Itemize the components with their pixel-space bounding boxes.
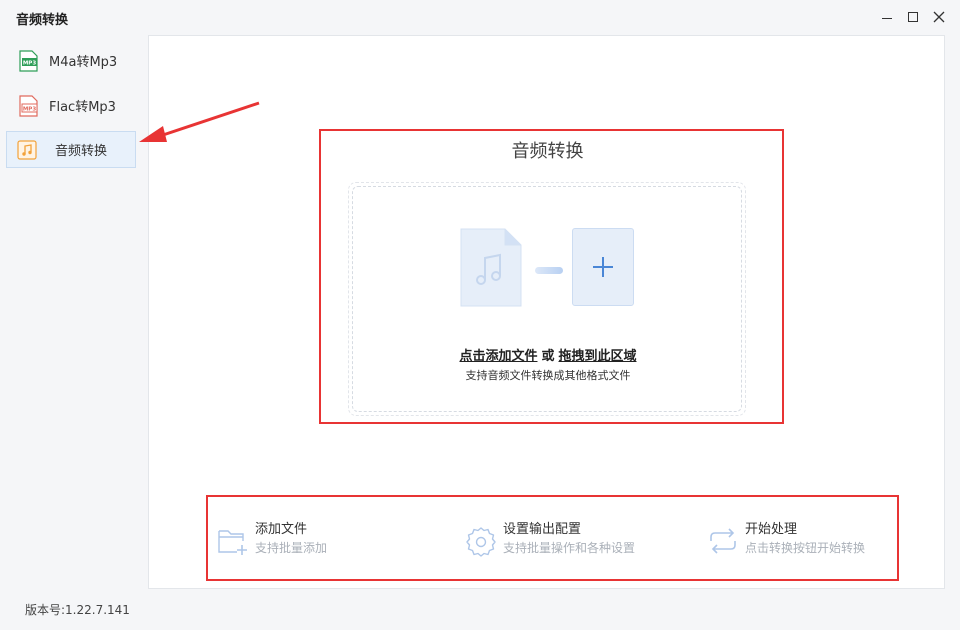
connector-line [535,267,563,274]
folder-add-icon [218,530,247,555]
mp3-file-icon: MP3 [19,49,38,72]
main-panel: 音频转换 点击添加文件或拖拽到此区域 支持音频文件转换成其他格式文件 添加文件 … [148,35,945,589]
app-window: 音频转换 MP3 M4a转Mp3 MP3 Flac转Mp3 音频转换 版本号:1… [0,0,960,630]
step-add-files[interactable]: 添加文件 支持批量添加 [217,521,327,563]
dropzone-hint: 支持音频文件转换成其他格式文件 [465,369,631,382]
minimize-icon[interactable] [876,7,898,27]
window-title: 音频转换 [16,13,69,28]
or-text: 或 [541,349,555,364]
step-title: 开始处理 [745,522,798,537]
step-title: 添加文件 [255,522,308,537]
add-file-button[interactable] [572,228,634,306]
maximize-icon[interactable] [902,7,924,27]
step-output-settings[interactable]: 设置输出配置 支持批量操作和各种设置 [465,521,635,563]
file-dropzone[interactable]: 点击添加文件或拖拽到此区域 支持音频文件转换成其他格式文件 [352,186,742,412]
svg-text:MP3: MP3 [23,106,37,112]
sidebar-item-m4a-to-mp3[interactable]: MP3 M4a转Mp3 [6,42,136,79]
repeat-icon [710,528,736,554]
title-bar: 音频转换 [0,0,960,34]
sidebar-item-flac-to-mp3[interactable]: MP3 Flac转Mp3 [6,87,136,124]
step-subtitle: 支持批量操作和各种设置 [503,541,636,555]
sidebar: MP3 M4a转Mp3 MP3 Flac转Mp3 音频转换 [0,36,142,596]
drag-area-link[interactable]: 拖拽到此区域 [559,349,637,364]
gear-icon [466,527,496,557]
sidebar-item-label: M4a转Mp3 [49,55,118,70]
add-file-link[interactable]: 点击添加文件 [459,349,537,364]
step-subtitle: 支持批量添加 [255,541,328,555]
step-start-processing[interactable]: 开始处理 点击转换按钮开始转换 [707,521,865,563]
sidebar-item-label: Flac转Mp3 [49,100,116,115]
plus-icon [593,257,613,277]
svg-text:MP3: MP3 [23,60,37,66]
version-label: 版本号:1.22.7.141 [25,603,130,617]
step-subtitle: 点击转换按钮开始转换 [745,541,866,555]
mp3-file-icon: MP3 [19,94,38,117]
close-icon[interactable] [928,7,950,27]
sidebar-item-label: 音频转换 [55,144,108,159]
audio-file-icon [460,228,522,307]
step-title: 设置输出配置 [503,522,582,537]
page-title: 音频转换 [511,141,584,162]
music-note-icon [17,139,37,160]
dropzone-instruction: 点击添加文件或拖拽到此区域 [353,345,743,364]
sidebar-item-audio-convert[interactable]: 音频转换 [6,131,136,168]
